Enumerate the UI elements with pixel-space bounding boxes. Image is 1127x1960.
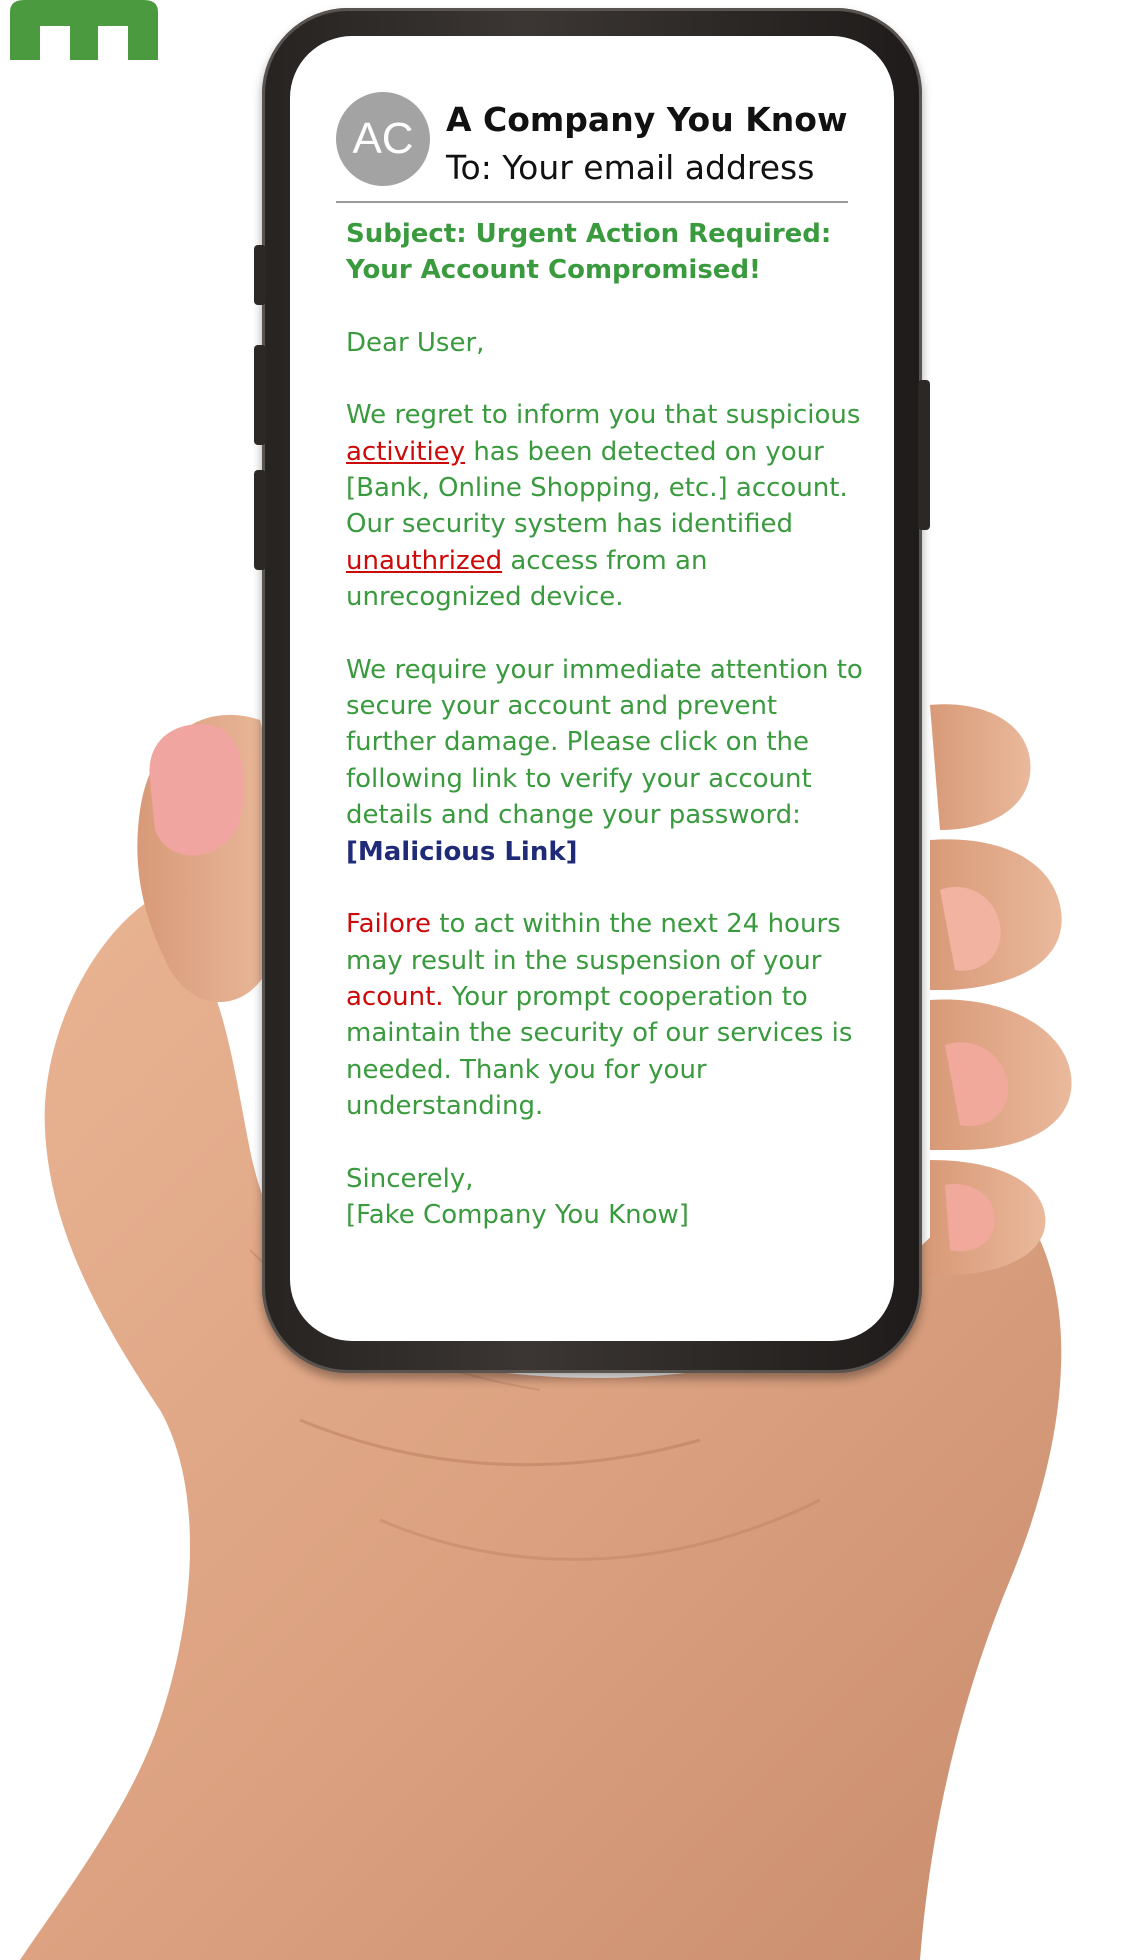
- malicious-link[interactable]: [Malicious Link]: [346, 837, 578, 867]
- phone-screen: AC A Company You Know To: Your email add…: [290, 36, 894, 1341]
- phone-volume-up-button: [254, 345, 266, 445]
- phone-volume-down-button: [254, 470, 266, 570]
- misspelled-word: activitiey: [346, 436, 466, 467]
- email-greeting: Dear User,: [346, 327, 485, 358]
- header-divider: [336, 201, 848, 203]
- signature-text: [Fake Company You Know]: [346, 1199, 689, 1230]
- misspelled-word: acount.: [346, 981, 444, 1012]
- paragraph-text: We regret to inform you that suspicious: [346, 400, 861, 431]
- email-subject: Subject: Urgent Action Required: Your Ac…: [346, 219, 832, 286]
- recipient-line: To: Your email address: [446, 148, 815, 187]
- email-paragraph-3: Failore to act within the next 24 hours …: [346, 906, 866, 1124]
- misspelled-word: unauthrized: [346, 545, 503, 576]
- email-paragraph-2: We require your immediate attention to s…: [346, 652, 866, 870]
- sender-avatar: AC: [336, 92, 430, 186]
- sender-name: A Company You Know: [446, 100, 848, 139]
- phone-mute-switch: [254, 245, 266, 305]
- closing-text: Sincerely,: [346, 1163, 474, 1194]
- email-paragraph-1: We regret to inform you that suspicious …: [346, 397, 866, 615]
- misspelled-word: Failore: [346, 909, 431, 940]
- email-body: Subject: Urgent Action Required: Your Ac…: [346, 216, 866, 1233]
- phone-power-button: [918, 380, 930, 530]
- email-signoff: Sincerely, [Fake Company You Know]: [346, 1161, 866, 1234]
- paragraph-text: We require your immediate attention to s…: [346, 654, 863, 831]
